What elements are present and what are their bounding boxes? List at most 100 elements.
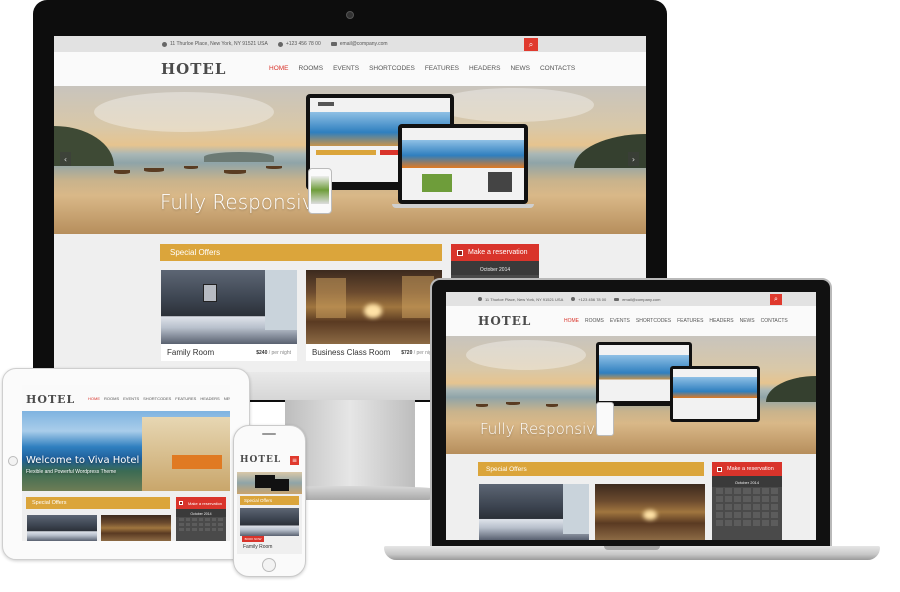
family-room-title: Family Room: [167, 348, 215, 357]
menu-news[interactable]: NEWS: [224, 396, 230, 401]
menu-headers[interactable]: HEADERS: [469, 65, 500, 72]
calendar-grid[interactable]: [712, 487, 782, 527]
business-room-title: Business Class Room: [312, 348, 391, 357]
main-menu: HOME ROOMS EVENTS SHORTCODES FEATURES HE…: [269, 65, 575, 72]
book-now-badge[interactable]: BOOK NOW: [242, 536, 264, 542]
wall-art: [203, 284, 217, 302]
email-text: email@company.com: [622, 296, 661, 302]
menu-events[interactable]: EVENTS: [123, 396, 139, 401]
menu-shortcodes[interactable]: SHORTCODES: [636, 318, 671, 324]
hero-title: Fully Responsive: [160, 190, 326, 214]
ipad-home-button[interactable]: [8, 456, 18, 466]
calendar-icon: [457, 249, 463, 256]
family-room-photo[interactable]: [161, 270, 297, 344]
iphone-screen: HOTEL ≡ Special Offers BOOK NOW Family R…: [237, 448, 302, 554]
hero-welcome-subtitle: Flexible and Powerful Wordpress Theme: [26, 469, 117, 475]
search-icon: ⌕: [528, 39, 534, 49]
iphone-home-button[interactable]: [262, 558, 276, 572]
email-item[interactable]: email@company.com: [330, 41, 388, 47]
menu-home[interactable]: HOME: [564, 318, 579, 324]
family-room-photo[interactable]: [240, 508, 299, 536]
menu-headers[interactable]: HEADERS: [709, 318, 733, 324]
hero-device-block: [316, 150, 376, 155]
main-nav: HOTEL HOME ROOMS EVENTS SHORTCODES FEATU…: [22, 385, 230, 411]
slider-prev-button[interactable]: ‹: [60, 152, 71, 166]
menu-shortcodes[interactable]: SHORTCODES: [369, 65, 415, 72]
iphone-speaker: [262, 433, 276, 435]
slider-next-button[interactable]: ›: [628, 152, 639, 166]
menu-features[interactable]: FEATURES: [677, 318, 703, 324]
boat: [224, 170, 246, 174]
main-nav: HOTEL ≡: [237, 448, 302, 472]
special-offers-label: Special Offers: [244, 498, 273, 503]
lamp: [643, 510, 657, 520]
menu-rooms[interactable]: ROOMS: [299, 65, 324, 72]
menu-rooms[interactable]: ROOMS: [104, 396, 119, 401]
email-item[interactable]: email@company.com: [614, 297, 660, 302]
site-logo[interactable]: HOTEL: [478, 314, 531, 328]
calendar-grid[interactable]: [176, 517, 226, 532]
calendar-icon: [717, 466, 722, 472]
menu-home[interactable]: HOME: [88, 396, 100, 401]
search-button[interactable]: ⌕: [770, 294, 782, 305]
special-offers-heading: Special Offers: [240, 496, 299, 505]
phone-item[interactable]: +123 456 78 00: [571, 297, 606, 302]
business-room-photo[interactable]: [595, 484, 705, 540]
menu-news[interactable]: NEWS: [740, 318, 755, 324]
menu-contacts[interactable]: CONTACTS: [761, 318, 788, 324]
imac-camera: [346, 11, 354, 19]
menu-news[interactable]: NEWS: [510, 65, 530, 72]
hero-device-phone: [596, 402, 614, 436]
menu-features[interactable]: FEATURES: [175, 396, 196, 401]
map-pin-icon: [162, 41, 167, 47]
make-reservation-label: Make a reservation: [188, 500, 223, 506]
phone-item[interactable]: +123 456 78 00: [277, 41, 321, 47]
business-room-card[interactable]: Business Class Room $720 / per night: [306, 344, 442, 361]
special-offers-heading: Special Offers: [478, 462, 704, 476]
hero-slider: ‹ › Fully Responsive: [54, 86, 646, 234]
family-room-photo[interactable]: [479, 484, 589, 540]
lamp: [364, 304, 382, 318]
window: [563, 484, 589, 534]
family-room-photo[interactable]: [27, 515, 97, 541]
site-logo[interactable]: HOTEL: [161, 60, 226, 78]
menu-events[interactable]: EVENTS: [610, 318, 630, 324]
address-item: 11 Thurloe Place, New York, NY 91521 USA: [162, 41, 268, 47]
search-button[interactable]: ⌕: [524, 38, 538, 51]
make-reservation-button[interactable]: Make a reservation: [176, 497, 226, 509]
menu-home[interactable]: HOME: [269, 65, 289, 72]
chevron-right-icon: ›: [631, 154, 636, 164]
address-item: 11 Thurloe Place, New York, NY 91521 USA: [478, 297, 563, 302]
hero-slider: [237, 472, 302, 494]
boat: [546, 404, 558, 407]
menu-features[interactable]: FEATURES: [425, 65, 459, 72]
phone-icon: [571, 297, 576, 301]
main-nav: HOTEL HOME ROOMS EVENTS SHORTCODES FEATU…: [446, 306, 816, 336]
cloud: [466, 340, 586, 370]
book-now-label: BOOK NOW: [244, 537, 262, 541]
family-room-title: Family Room: [243, 544, 273, 550]
menu-events[interactable]: EVENTS: [333, 65, 359, 72]
menu-shortcodes[interactable]: SHORTCODES: [143, 396, 171, 401]
business-room-photo[interactable]: [306, 270, 442, 344]
make-reservation-button[interactable]: Make a reservation: [451, 244, 539, 261]
site-logo[interactable]: HOTEL: [26, 393, 75, 406]
make-reservation-button[interactable]: Make a reservation: [712, 462, 782, 476]
business-room-photo[interactable]: [101, 515, 171, 541]
cloud: [94, 92, 274, 132]
family-room-price-value: $240: [256, 349, 268, 356]
special-offers-heading: Special Offers: [26, 497, 170, 509]
hero-slider: Welcome to Viva Hotel Flexible and Power…: [22, 411, 230, 491]
hero-device-block: [380, 150, 400, 155]
shelf: [316, 278, 346, 318]
menu-toggle-button[interactable]: ≡: [290, 456, 299, 465]
ipad-screen: HOTEL HOME ROOMS EVENTS SHORTCODES FEATU…: [22, 385, 230, 541]
site-logo[interactable]: HOTEL: [240, 455, 281, 465]
menu-headers[interactable]: HEADERS: [200, 396, 219, 401]
menu-rooms[interactable]: ROOMS: [585, 318, 604, 324]
menu-contacts[interactable]: CONTACTS: [540, 65, 575, 72]
boat: [506, 402, 520, 405]
mountain-right: [766, 376, 816, 402]
special-offers-label: Special Offers: [32, 500, 67, 506]
family-room-card[interactable]: Family Room $240 / per night: [161, 344, 297, 361]
